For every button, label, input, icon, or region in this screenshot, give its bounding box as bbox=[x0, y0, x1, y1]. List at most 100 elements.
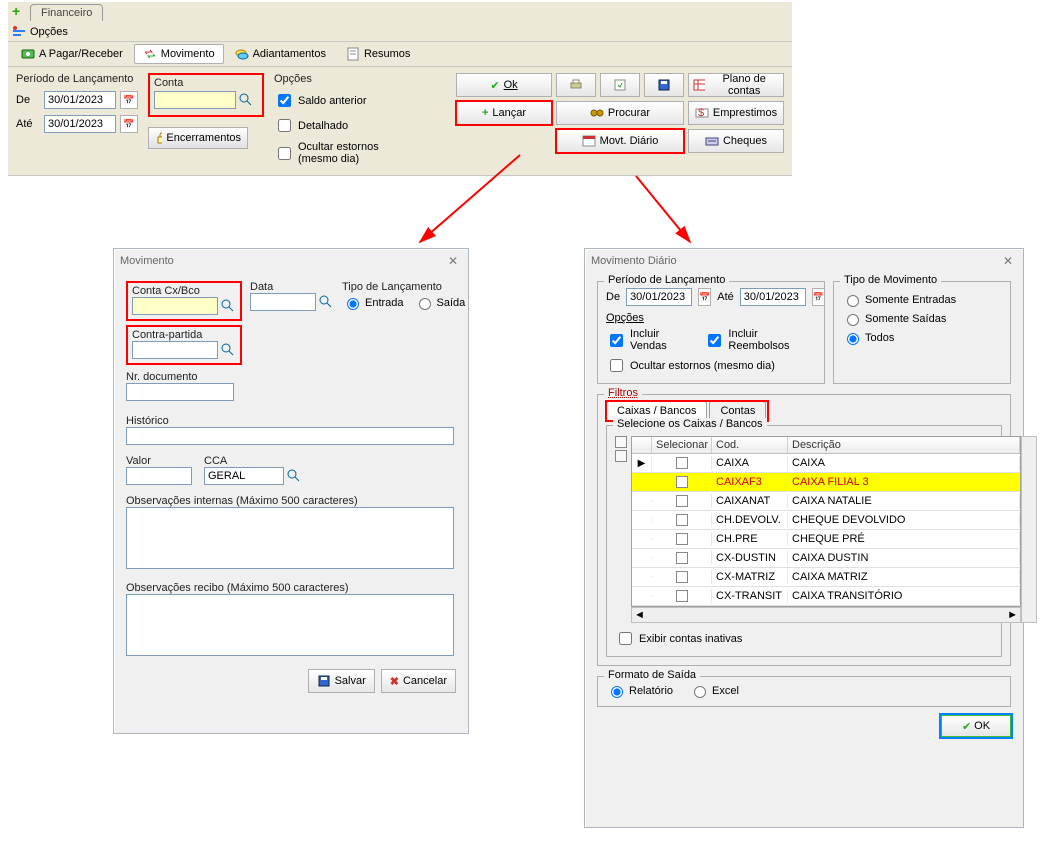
table-row[interactable]: CX-MATRIZCAIXA MATRIZ bbox=[632, 568, 1020, 587]
de-date-input[interactable] bbox=[44, 91, 116, 109]
tab-adiantamentos[interactable]: Adiantamentos bbox=[226, 44, 335, 64]
md-col-desc[interactable]: Descrição bbox=[788, 437, 1020, 453]
ok-button[interactable]: ✔ Ok bbox=[456, 73, 552, 97]
salvar-button[interactable]: Salvar bbox=[308, 669, 375, 693]
table-row[interactable]: ▶CAIXACAIXA bbox=[632, 454, 1020, 473]
saldo-anterior-label: Saldo anterior bbox=[298, 95, 367, 107]
contra-partida-input[interactable] bbox=[132, 341, 218, 359]
detalhado-label: Detalhado bbox=[298, 120, 348, 132]
procurar-button[interactable]: Procurar bbox=[556, 101, 684, 125]
arrows-icon bbox=[143, 47, 157, 61]
table-row[interactable]: CAIXAF3CAIXA FILIAL 3 bbox=[632, 473, 1020, 492]
financeiro-tab[interactable]: Financeiro bbox=[30, 4, 103, 21]
cca-label: CCA bbox=[204, 455, 302, 467]
md-col-cod[interactable]: Cod. bbox=[712, 437, 788, 453]
data-lookup[interactable] bbox=[318, 294, 334, 310]
cheques-button[interactable]: Cheques bbox=[688, 129, 784, 153]
tab-movimento[interactable]: Movimento bbox=[134, 44, 224, 64]
md-de-cal[interactable]: 📅 bbox=[698, 288, 711, 306]
md-uncheck-all[interactable] bbox=[615, 450, 627, 462]
md-incluir-reembolsos[interactable]: Incluir Reembolsos bbox=[704, 328, 816, 352]
entrada-radio[interactable]: Entrada bbox=[342, 295, 404, 310]
save-disk-button[interactable] bbox=[644, 73, 684, 97]
md-formato-relatorio[interactable]: Relatório bbox=[606, 683, 673, 698]
md-close-button[interactable]: ✕ bbox=[999, 252, 1017, 270]
tab-apagar-receber[interactable]: A Pagar/Receber bbox=[12, 44, 132, 64]
row-checkbox[interactable] bbox=[676, 514, 688, 526]
obs-internas-textarea[interactable] bbox=[126, 507, 454, 569]
ate-label: Até bbox=[16, 118, 40, 130]
row-checkbox[interactable] bbox=[676, 552, 688, 564]
md-tipo-saidas[interactable]: Somente Saídas bbox=[842, 311, 1002, 326]
md-tipo-todos[interactable]: Todos bbox=[842, 330, 1002, 345]
row-checkbox[interactable] bbox=[676, 457, 688, 469]
ate-calendar-button[interactable]: 📅 bbox=[120, 115, 138, 133]
conta-lookup-button[interactable] bbox=[238, 92, 254, 108]
conta-cxbco-input[interactable] bbox=[132, 297, 218, 315]
ate-date-input[interactable] bbox=[44, 115, 116, 133]
md-incluir-reembolsos-label: Incluir Reembolsos bbox=[728, 328, 816, 352]
table-row[interactable]: CH.DEVOLV.CHEQUE DEVOLVIDO bbox=[632, 511, 1020, 530]
table-row[interactable]: CX-TRANSITCAIXA TRANSITÓRIO bbox=[632, 587, 1020, 606]
table-icon bbox=[693, 78, 705, 92]
md-de-input[interactable] bbox=[626, 288, 692, 306]
cca-lookup[interactable] bbox=[286, 468, 302, 484]
nrdoc-input[interactable] bbox=[126, 383, 234, 401]
row-desc: CAIXA bbox=[788, 456, 1020, 470]
table-row[interactable]: CAIXANATCAIXA NATALIE bbox=[632, 492, 1020, 511]
tab-movimento-label: Movimento bbox=[161, 48, 215, 60]
row-checkbox[interactable] bbox=[676, 495, 688, 507]
row-cod: CX-DUSTIN bbox=[712, 551, 788, 565]
movimento-close-button[interactable]: ✕ bbox=[444, 252, 462, 270]
md-exibir-inativas-label: Exibir contas inativas bbox=[639, 633, 742, 645]
conta-cxbco-lookup[interactable] bbox=[220, 298, 236, 314]
md-grid: Selecionar Cod. Descrição ▶CAIXACAIXACAI… bbox=[631, 436, 1021, 607]
row-checkbox[interactable] bbox=[676, 590, 688, 602]
emprestimos-button[interactable]: $ Emprestimos bbox=[688, 101, 784, 125]
print-button[interactable] bbox=[556, 73, 596, 97]
ocultar-estornos-checkbox[interactable]: Ocultar estornos (mesmo dia) bbox=[274, 141, 416, 165]
saldo-anterior-checkbox[interactable]: Saldo anterior bbox=[274, 91, 416, 110]
row-desc: CAIXA DUSTIN bbox=[788, 551, 1020, 565]
valor-input[interactable] bbox=[126, 467, 192, 485]
md-tipo-entradas[interactable]: Somente Entradas bbox=[842, 292, 1002, 307]
md-exibir-inativas[interactable]: Exibir contas inativas bbox=[615, 629, 993, 648]
lancar-button[interactable]: + Lançar bbox=[456, 101, 552, 125]
obs-recibo-textarea[interactable] bbox=[126, 594, 454, 656]
md-ate-input[interactable] bbox=[740, 288, 806, 306]
row-checkbox[interactable] bbox=[676, 571, 688, 583]
historico-input[interactable] bbox=[126, 427, 454, 445]
cca-input[interactable] bbox=[204, 467, 284, 485]
plus-icon[interactable]: + bbox=[12, 6, 26, 20]
md-col-selecionar[interactable]: Selecionar bbox=[652, 437, 712, 453]
data-input[interactable] bbox=[250, 293, 316, 311]
saida-radio[interactable]: Saída bbox=[414, 295, 466, 310]
md-incluir-vendas[interactable]: Incluir Vendas bbox=[606, 328, 694, 352]
row-checkbox[interactable] bbox=[676, 476, 688, 488]
saida-label: Saída bbox=[437, 297, 466, 309]
md-check-all[interactable] bbox=[615, 436, 627, 448]
export-button[interactable] bbox=[600, 73, 640, 97]
md-formato-excel[interactable]: Excel bbox=[689, 683, 739, 698]
table-row[interactable]: CH.PRECHEQUE PRÉ bbox=[632, 530, 1020, 549]
menu-opcoes[interactable]: Opções bbox=[30, 26, 68, 38]
conta-input[interactable] bbox=[154, 91, 236, 109]
conta-section: Conta Encerramentos bbox=[148, 73, 264, 149]
row-cod: CX-MATRIZ bbox=[712, 570, 788, 584]
plano-contas-button[interactable]: Plano de contas bbox=[688, 73, 784, 97]
md-vscrollbar[interactable] bbox=[1021, 436, 1037, 623]
de-calendar-button[interactable]: 📅 bbox=[120, 91, 138, 109]
loan-icon: $ bbox=[695, 106, 709, 120]
md-ocultar-estornos[interactable]: Ocultar estornos (mesmo dia) bbox=[606, 356, 816, 375]
md-hscrollbar[interactable]: ◄► bbox=[631, 607, 1021, 623]
md-ok-button[interactable]: ✔ OK bbox=[941, 715, 1011, 737]
md-ate-cal[interactable]: 📅 bbox=[812, 288, 825, 306]
table-row[interactable]: CX-DUSTINCAIXA DUSTIN bbox=[632, 549, 1020, 568]
cancelar-button[interactable]: ✖ Cancelar bbox=[381, 669, 456, 693]
movt-diario-button[interactable]: Movt. Diário bbox=[556, 129, 684, 153]
encerramentos-button[interactable]: Encerramentos bbox=[148, 127, 248, 149]
tab-resumos[interactable]: Resumos bbox=[337, 44, 419, 64]
contra-partida-lookup[interactable] bbox=[220, 342, 236, 358]
row-checkbox[interactable] bbox=[676, 533, 688, 545]
detalhado-checkbox[interactable]: Detalhado bbox=[274, 116, 416, 135]
